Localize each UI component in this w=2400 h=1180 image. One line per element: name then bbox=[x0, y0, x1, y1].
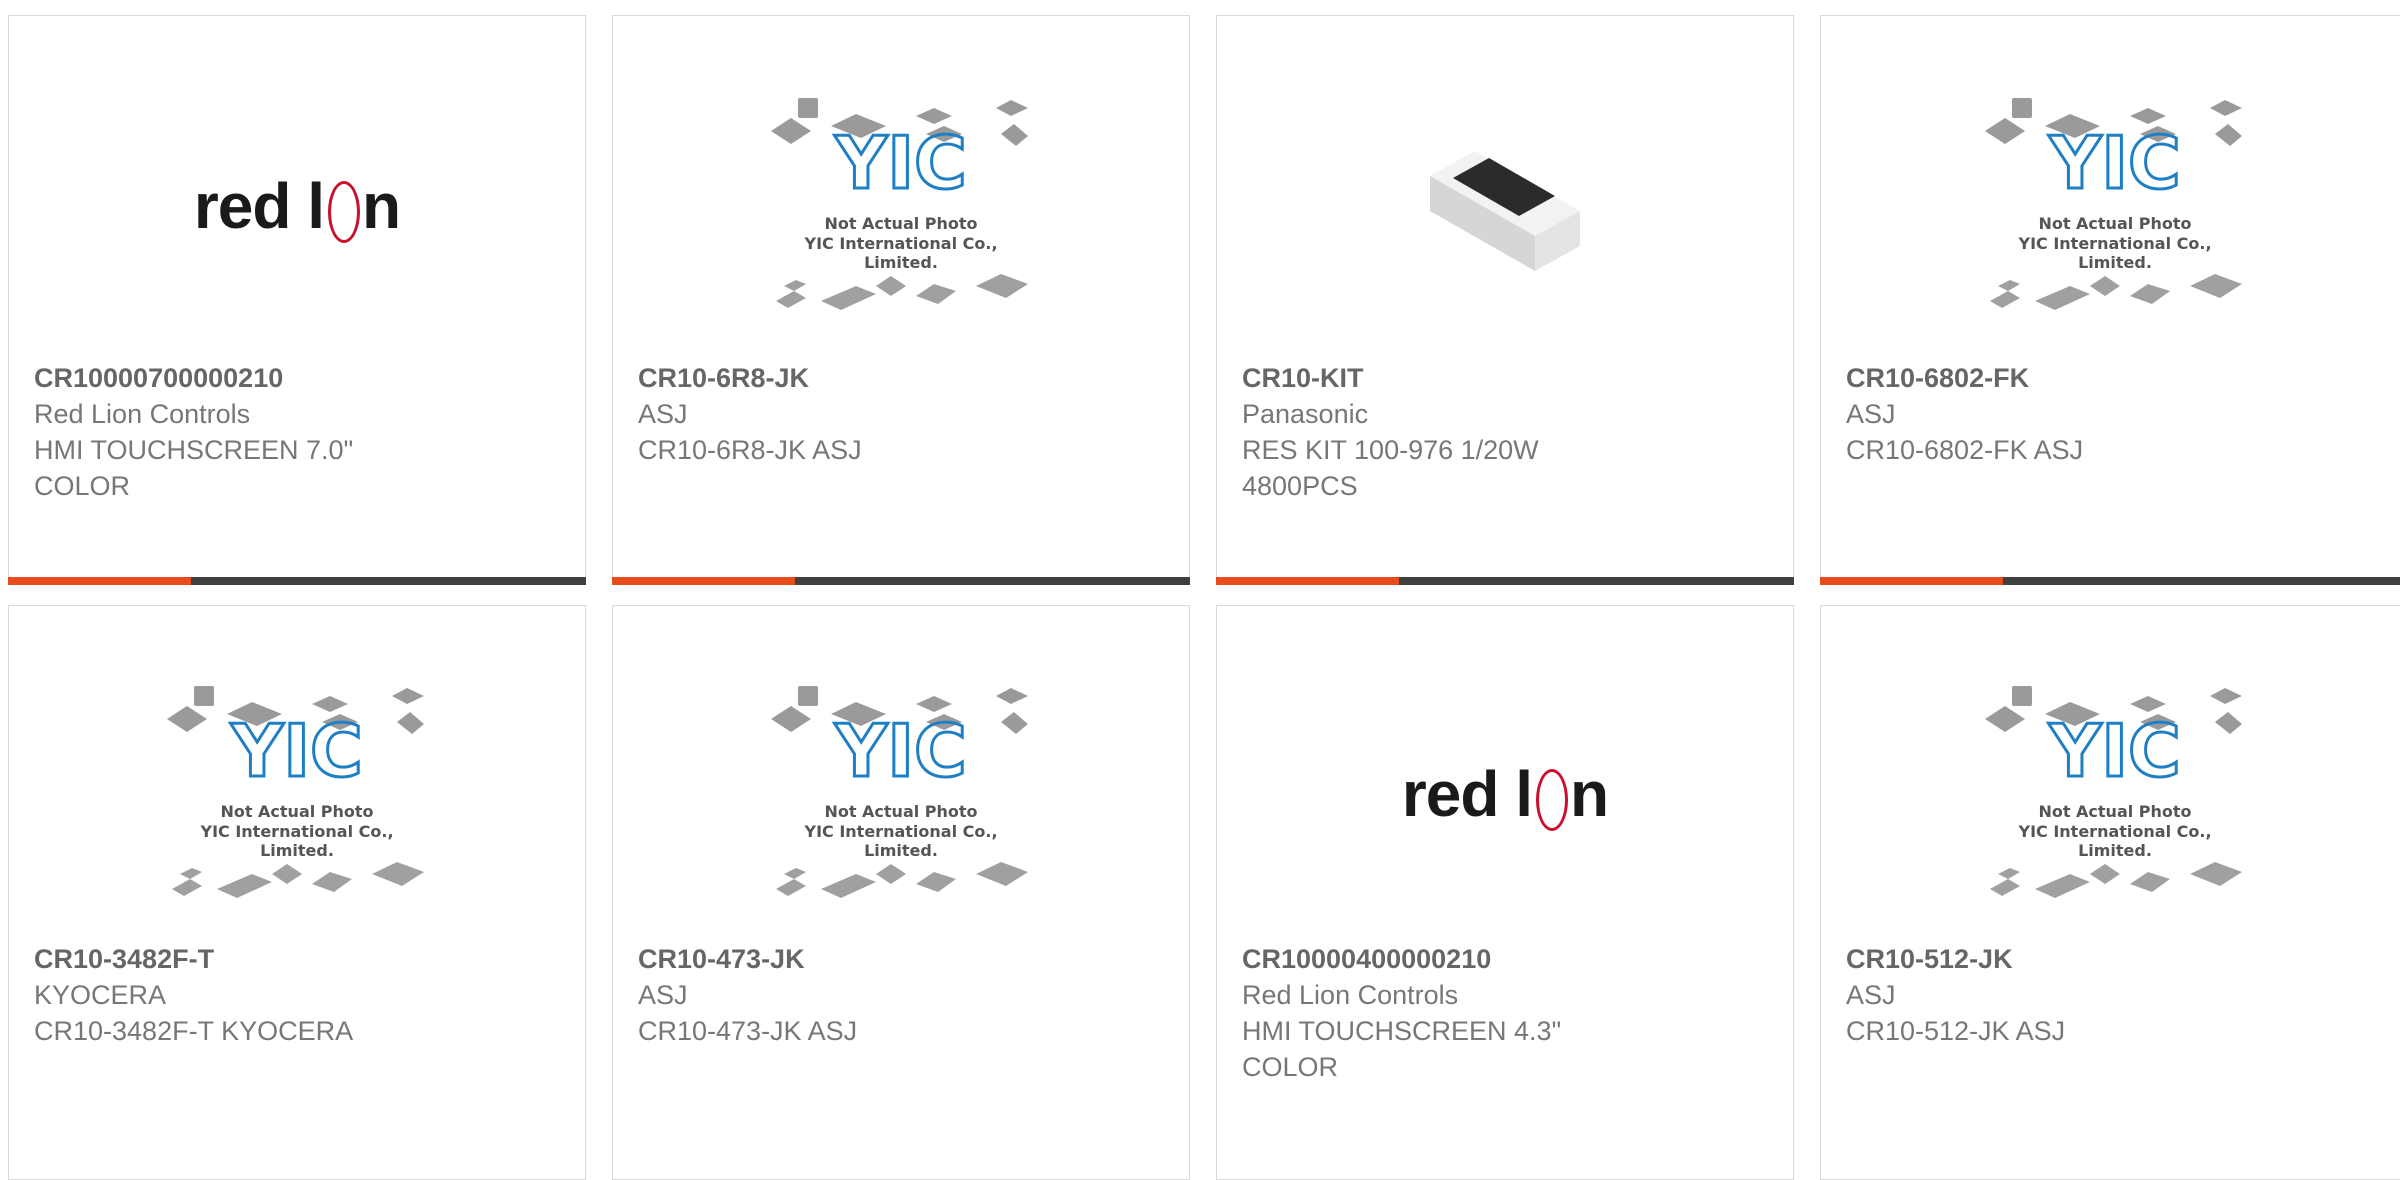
manufacturer: Red Lion Controls bbox=[1242, 980, 1459, 1010]
yic-components-icon: YIC bbox=[167, 686, 424, 898]
yic-placeholder-image: YIC Not Actual Photo YIC International C… bbox=[766, 674, 1036, 914]
part-number[interactable]: CR10-473-JK bbox=[638, 941, 1169, 977]
yic-placeholder-image: YIC Not Actual Photo YIC International C… bbox=[1980, 674, 2250, 914]
product-card[interactable]: red ln CR10000700000210 Red Lion Control… bbox=[8, 15, 586, 585]
description: CR10-473-JK ASJ bbox=[638, 1016, 858, 1046]
yic-placeholder-image: YIC Not Actual Photo YIC International C… bbox=[1980, 86, 2250, 326]
part-number[interactable]: CR10000700000210 bbox=[34, 360, 565, 396]
red-lion-logo: red ln bbox=[193, 170, 401, 243]
resistor-chip-image bbox=[1430, 151, 1580, 271]
yic-placeholder-image: YIC Not Actual Photo YIC International C… bbox=[766, 86, 1036, 326]
part-number[interactable]: CR10-6802-FK bbox=[1846, 360, 2389, 396]
svg-text:YIC: YIC bbox=[230, 709, 363, 793]
product-image[interactable]: red ln bbox=[9, 56, 585, 356]
part-number[interactable]: CR10-3482F-T bbox=[34, 941, 565, 977]
card-bottom-bar bbox=[8, 577, 586, 585]
manufacturer: KYOCERA bbox=[34, 980, 167, 1010]
manufacturer: ASJ bbox=[638, 980, 688, 1010]
yic-components-icon: YIC bbox=[771, 98, 1028, 310]
svg-text:YIC: YIC bbox=[834, 121, 967, 205]
red-lion-logo: red ln bbox=[1401, 758, 1609, 831]
part-number[interactable]: CR10-512-JK bbox=[1846, 941, 2389, 977]
yic-components-icon: YIC bbox=[771, 686, 1028, 898]
product-card[interactable]: CR10-KIT Panasonic RES KIT 100-976 1/20W… bbox=[1216, 15, 1794, 585]
product-image[interactable] bbox=[1217, 56, 1793, 356]
part-number[interactable]: CR10-KIT bbox=[1242, 360, 1773, 396]
svg-text:YIC: YIC bbox=[2048, 121, 2181, 205]
product-image[interactable]: YIC Not Actual Photo YIC International C… bbox=[1821, 644, 2400, 944]
description: CR10-512-JK ASJ bbox=[1846, 1016, 2066, 1046]
part-number[interactable]: CR10000400000210 bbox=[1242, 941, 1773, 977]
card-bottom-bar bbox=[1216, 577, 1794, 585]
product-card[interactable]: red ln CR10000400000210 Red Lion Control… bbox=[1216, 605, 1794, 1180]
description: HMI TOUCHSCREEN 4.3" COLOR bbox=[1242, 1016, 1562, 1082]
part-number[interactable]: CR10-6R8-JK bbox=[638, 360, 1169, 396]
yic-components-icon: YIC bbox=[1985, 98, 2242, 310]
manufacturer: Panasonic bbox=[1242, 399, 1369, 429]
manufacturer: Red Lion Controls bbox=[34, 399, 251, 429]
manufacturer: ASJ bbox=[638, 399, 688, 429]
product-image[interactable]: YIC Not Actual Photo YIC International C… bbox=[613, 56, 1189, 356]
product-card[interactable]: YIC Not Actual Photo YIC International C… bbox=[8, 605, 586, 1180]
manufacturer: ASJ bbox=[1846, 980, 1896, 1010]
yic-components-icon: YIC bbox=[1985, 686, 2242, 898]
product-card[interactable]: YIC Not Actual Photo YIC International C… bbox=[1820, 605, 2400, 1180]
product-image[interactable]: YIC Not Actual Photo YIC International C… bbox=[1821, 56, 2400, 356]
product-card[interactable]: YIC Not Actual Photo YIC International C… bbox=[1820, 15, 2400, 585]
description: HMI TOUCHSCREEN 7.0" COLOR bbox=[34, 435, 354, 501]
svg-text:YIC: YIC bbox=[834, 709, 967, 793]
product-image[interactable]: red ln bbox=[1217, 644, 1793, 944]
card-bottom-bar bbox=[612, 577, 1190, 585]
description: CR10-6R8-JK ASJ bbox=[638, 435, 862, 465]
yic-placeholder-image: YIC Not Actual Photo YIC International C… bbox=[162, 674, 432, 914]
svg-text:YIC: YIC bbox=[2048, 709, 2181, 793]
description: CR10-6802-FK ASJ bbox=[1846, 435, 2084, 465]
product-card[interactable]: YIC Not Actual Photo YIC International C… bbox=[612, 605, 1190, 1180]
product-image[interactable]: YIC Not Actual Photo YIC International C… bbox=[613, 644, 1189, 944]
description: CR10-3482F-T KYOCERA bbox=[34, 1016, 354, 1046]
manufacturer: ASJ bbox=[1846, 399, 1896, 429]
product-image[interactable]: YIC Not Actual Photo YIC International C… bbox=[9, 644, 585, 944]
description: RES KIT 100-976 1/20W 4800PCS bbox=[1242, 435, 1539, 501]
card-bottom-bar bbox=[1820, 577, 2400, 585]
product-card[interactable]: YIC Not Actual Photo YIC International C… bbox=[612, 15, 1190, 585]
